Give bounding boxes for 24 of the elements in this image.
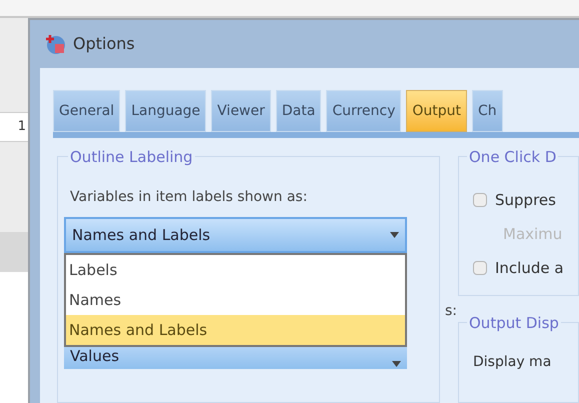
tab[interactable]: Output [406,90,468,132]
field-label: s: [444,302,457,320]
tab[interactable]: Language [125,90,206,132]
tab[interactable]: Ch [472,90,503,132]
dropdown-option[interactable]: Labels [66,255,405,285]
app-icon [45,33,67,55]
tab[interactable]: General [53,90,120,132]
caret-icon [392,361,401,367]
field-label: Variables in item labels shown as: [70,188,308,206]
checkbox[interactable] [473,261,487,275]
dropdown-option[interactable]: Names and Labels [66,315,405,345]
tab[interactable]: Currency [326,90,402,132]
field-label: Maximu [503,224,562,245]
tab[interactable]: Data [276,90,322,132]
window-title: Options [73,33,135,55]
variables-dropdown[interactable]: Names and Labels [64,217,407,253]
dropdown-option[interactable]: Names [66,285,405,315]
checkbox-label: Include a [495,258,564,279]
cell-text: 1 [18,118,26,136]
checkbox-label: Suppres [495,190,556,211]
checkbox[interactable] [473,193,487,207]
tab[interactable]: Viewer [211,90,271,132]
field-label: Display ma [473,354,552,370]
caret-icon [390,232,399,238]
